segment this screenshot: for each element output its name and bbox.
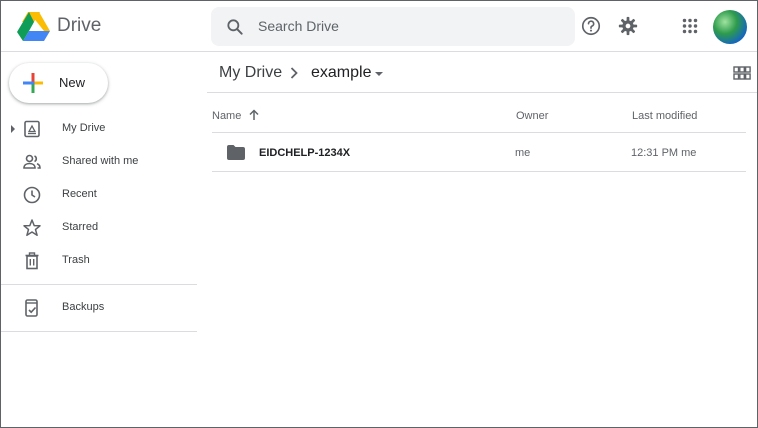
help-icon[interactable] xyxy=(580,15,602,37)
breadcrumb-current[interactable]: example xyxy=(311,64,371,82)
file-row[interactable]: EIDCHELP-1234X me 12:31 PM me xyxy=(212,133,746,172)
file-name: EIDCHELP-1234X xyxy=(259,147,351,159)
sidebar-item-label: Trash xyxy=(62,254,90,266)
search-placeholder[interactable]: Search Drive xyxy=(258,18,339,34)
folder-icon xyxy=(227,145,245,160)
grid-view-icon[interactable] xyxy=(733,66,751,80)
sidebar-item-label: Recent xyxy=(62,188,97,200)
sidebar-item-label: My Drive xyxy=(62,122,106,134)
sidebar-divider xyxy=(1,331,197,332)
app-title: Drive xyxy=(57,15,102,36)
plus-icon xyxy=(23,73,43,93)
apps-grid-icon[interactable] xyxy=(679,15,701,37)
account-avatar[interactable] xyxy=(713,10,747,44)
shared-people-icon xyxy=(23,154,41,169)
chevron-down-icon[interactable] xyxy=(375,72,383,76)
drive-logo-icon[interactable] xyxy=(17,11,51,41)
sidebar-item-label: Shared with me xyxy=(62,155,139,167)
column-header-name[interactable]: Name xyxy=(212,110,241,122)
new-button[interactable]: New xyxy=(9,63,108,103)
star-icon xyxy=(23,219,41,237)
column-header-last-modified[interactable]: Last modified xyxy=(632,110,697,122)
backups-icon xyxy=(25,299,38,317)
new-button-label: New xyxy=(59,75,86,90)
my-drive-icon xyxy=(24,120,40,138)
sidebar-item-shared-with-me[interactable]: Shared with me xyxy=(1,146,197,178)
trash-icon xyxy=(25,252,39,270)
sidebar-divider xyxy=(1,284,197,285)
sort-arrow-up-icon[interactable] xyxy=(248,109,260,121)
file-last-modified: 12:31 PM me xyxy=(631,147,697,159)
settings-icon[interactable] xyxy=(617,15,639,37)
sidebar-item-recent[interactable]: Recent xyxy=(1,179,197,211)
sidebar-item-my-drive[interactable]: My Drive xyxy=(1,113,197,145)
clock-icon xyxy=(23,186,41,204)
top-bar: Drive Search Drive xyxy=(1,1,757,52)
file-owner: me xyxy=(515,147,531,159)
chevron-right-icon xyxy=(290,67,298,79)
expand-arrow-icon[interactable] xyxy=(11,125,15,133)
breadcrumb-root[interactable]: My Drive xyxy=(219,64,282,82)
sidebar-item-backups[interactable]: Backups xyxy=(1,292,197,324)
search-box[interactable]: Search Drive xyxy=(211,7,575,46)
search-icon[interactable] xyxy=(225,17,245,37)
sidebar-item-label: Backups xyxy=(62,301,105,313)
sidebar-item-trash[interactable]: Trash xyxy=(1,245,197,277)
sidebar-item-label: Starred xyxy=(62,221,99,233)
content-divider xyxy=(207,92,757,93)
sidebar-item-starred[interactable]: Starred xyxy=(1,212,197,244)
column-header-owner: Owner xyxy=(516,110,549,122)
